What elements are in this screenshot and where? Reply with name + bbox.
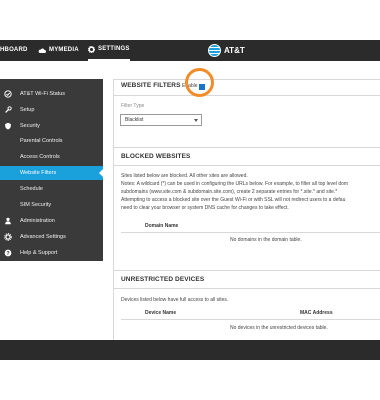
person-icon [5,217,11,225]
sidebar-item-label: Advanced Settings [20,234,66,240]
sidebar-item-parental-controls[interactable]: Parental Controls [0,134,103,148]
filter-type-label: Filter Type [121,103,145,109]
sidebar-item-label: Parental Controls [20,138,63,144]
sidebar: AT&T Wi-Fi Status Setup Security Parenta… [0,79,103,261]
blocked-desc-1: Sites listed below are blocked. All othe… [121,173,248,179]
blocked-desc-2: Notes: A wildcard (*) can be used in con… [121,181,349,187]
nav-mymedia-label: MYMEDIA [49,47,79,53]
sidebar-item-setup[interactable]: Setup [0,103,103,117]
sidebar-item-website-filters[interactable]: Website Filters [0,166,103,180]
gear-icon [4,233,12,241]
blocked-desc-3: subdomains (www.site.com & subdomain.sit… [121,189,338,195]
sidebar-item-label: Schedule [20,186,43,192]
footer-bar [0,340,380,360]
sidebar-item-help-support[interactable]: ? Help & Support [0,246,103,260]
divider [113,147,380,148]
active-pointer-icon [99,169,103,177]
sidebar-item-label: Security [20,123,40,129]
divider [113,270,380,271]
sidebar-item-label: Help & Support [20,250,58,256]
divider [113,95,380,96]
sidebar-item-advanced-settings[interactable]: Advanced Settings [0,230,103,244]
shield-icon [5,122,11,130]
sidebar-item-access-controls[interactable]: Access Controls [0,150,103,164]
blocked-desc-4: Attempting to access a blocked site over… [121,197,346,203]
gear-icon [88,46,95,53]
panel-border [113,79,114,340]
wrench-icon [5,106,12,113]
empty-domains-message: No domains in the domain table. [230,237,302,243]
cloud-icon [38,48,46,53]
sidebar-item-label: Website Filters [20,170,57,176]
filter-type-select[interactable]: Blacklist [120,114,202,126]
highlight-circle [185,68,214,97]
sidebar-item-administration[interactable]: Administration [0,214,103,228]
device-name-header: Device Name [145,310,177,316]
blocked-websites-title: BLOCKED WEBSITES [121,153,191,160]
sidebar-item-sim-security[interactable]: SIM Security [0,198,103,212]
sidebar-item-label: Setup [20,107,35,113]
nav-mymedia[interactable]: MYMEDIA [38,40,79,61]
divider [121,232,380,233]
website-filters-title: WEBSITE FILTERS [121,82,181,89]
question-icon: ? [4,249,12,257]
empty-devices-message: No devices in the unrestricted devices t… [230,325,328,331]
sidebar-item-label: AT&T Wi-Fi Status [20,91,66,97]
sidebar-item-security[interactable]: Security [0,119,103,133]
chevron-down-icon [194,119,198,122]
sidebar-item-label: SIM Security [20,202,52,208]
divider [113,165,380,166]
domain-name-header: Domain Name [145,223,179,229]
divider [113,288,380,289]
sidebar-item-label: Access Controls [20,154,60,160]
sidebar-item-schedule[interactable]: Schedule [0,182,103,196]
unrestricted-desc: Devices listed below have full access to… [121,297,229,303]
mac-address-header: MAC Address [300,310,333,316]
check-circle-icon [4,90,12,98]
sidebar-item-label: Administration [20,218,55,224]
sidebar-item-wifi-status[interactable]: AT&T Wi-Fi Status [0,87,103,101]
divider [113,79,380,80]
unrestricted-devices-title: UNRESTRICTED DEVICES [121,276,205,283]
nav-dashboard-label: HBOARD [0,47,28,53]
filter-type-value: Blacklist [125,117,144,123]
divider [121,319,380,320]
blocked-desc-5: need to clear your browser or system DNS… [121,205,289,211]
svg-text:?: ? [6,251,9,257]
nav-dashboard[interactable]: HBOARD [0,40,28,61]
